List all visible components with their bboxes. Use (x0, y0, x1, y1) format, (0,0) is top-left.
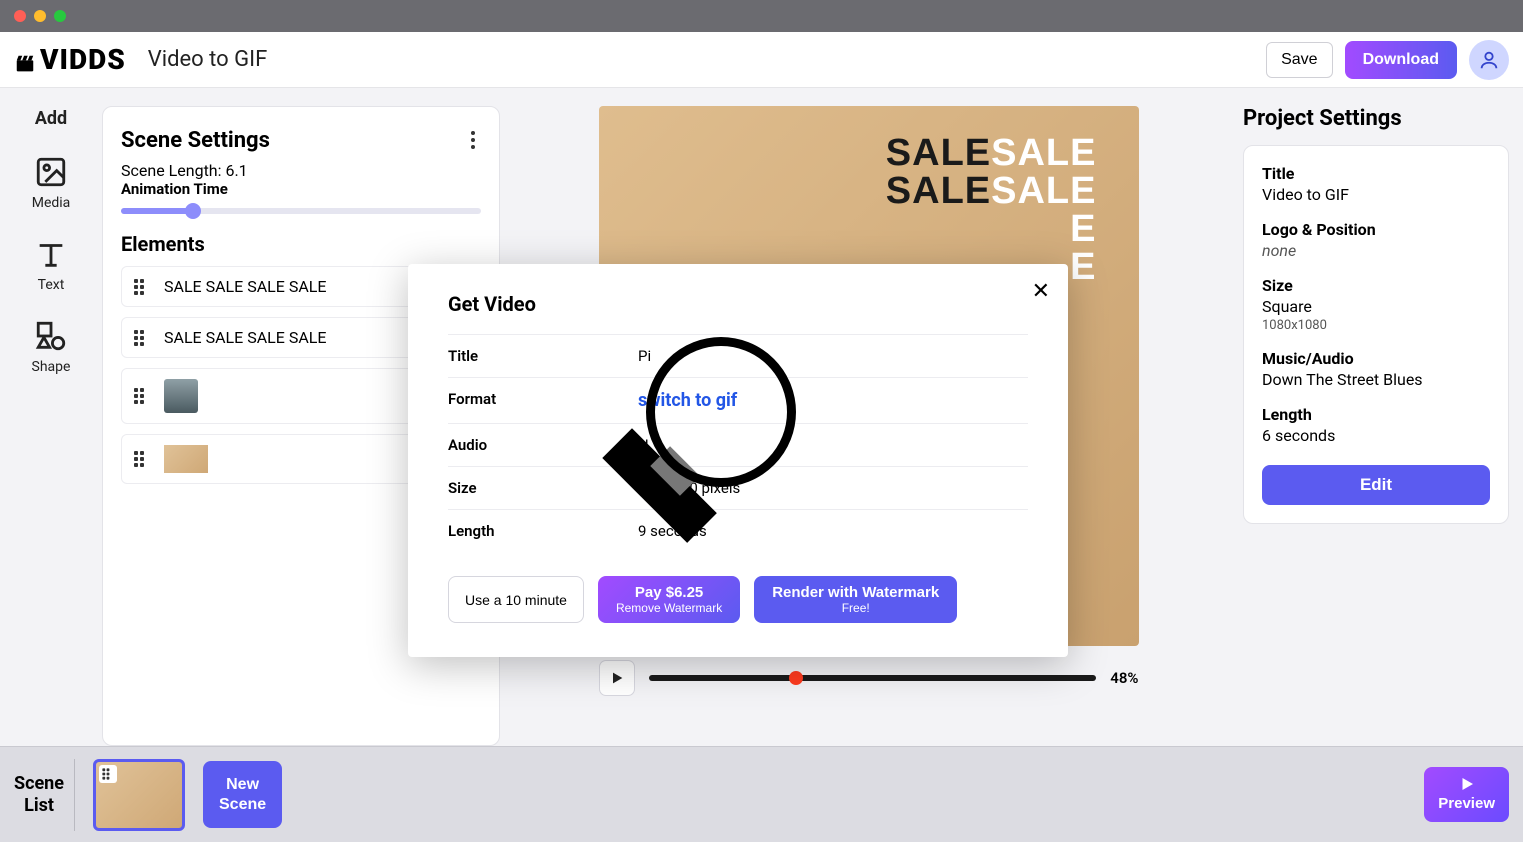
project-settings-title: Project Settings (1243, 106, 1509, 131)
playback-bar: 48% (599, 660, 1139, 696)
play-icon (609, 670, 625, 686)
modal-row-title: Title Pi (448, 334, 1028, 377)
project-music-label: Music/Audio (1262, 349, 1490, 368)
brand-logo[interactable]: VIDDS (14, 43, 126, 76)
modal-row-format: Format switch to gif (448, 377, 1028, 423)
slider-thumb[interactable] (185, 203, 201, 219)
elements-title: Elements (121, 232, 481, 256)
media-tool[interactable]: Media (32, 155, 71, 211)
edit-project-button[interactable]: Edit (1262, 465, 1490, 505)
tool-sidebar: Add Media Text Shape (0, 88, 102, 746)
user-avatar[interactable] (1469, 40, 1509, 80)
text-tool[interactable]: Text (34, 237, 68, 293)
element-thumbnail (164, 379, 198, 413)
project-size-label: Size (1262, 276, 1490, 295)
progress-percent: 48% (1110, 669, 1138, 687)
close-window-button[interactable] (14, 10, 26, 22)
user-icon (1478, 49, 1500, 71)
get-video-modal: ✕ Get Video Title Pi Format switch to gi… (408, 264, 1068, 657)
project-music-value: Down The Street Blues (1262, 370, 1490, 389)
maximize-window-button[interactable] (54, 10, 66, 22)
switch-to-gif-link[interactable]: switch to gif (638, 390, 737, 411)
save-button[interactable]: Save (1266, 42, 1332, 78)
brand-text: VIDDS (40, 43, 126, 76)
render-watermark-button[interactable]: Render with Watermark Free! (754, 576, 957, 623)
scene-settings-title: Scene Settings (121, 128, 270, 153)
scene-list-label: Scene List (14, 759, 75, 831)
modal-row-size: Size 5 500 pixels (448, 466, 1028, 509)
modal-row-length: Length 9 seconds (448, 509, 1028, 552)
project-size-value: Square (1262, 297, 1490, 316)
element-thumbnail (164, 445, 208, 473)
pay-button[interactable]: Pay $6.25 Remove Watermark (598, 576, 740, 623)
text-icon (34, 237, 68, 271)
window-titlebar (0, 0, 1523, 32)
project-title-value: Video to GIF (1262, 185, 1490, 204)
preview-button[interactable]: Preview (1424, 767, 1509, 822)
bottom-bar: Scene List New Scene Preview (0, 746, 1523, 842)
modal-row-audio: Audio N (448, 423, 1028, 466)
clapperboard-icon (14, 49, 36, 71)
animation-time-slider[interactable] (121, 208, 481, 214)
add-tool[interactable]: Add (35, 108, 67, 129)
progress-track[interactable] (649, 675, 1097, 681)
modal-close-button[interactable]: ✕ (1032, 278, 1050, 304)
minimize-window-button[interactable] (34, 10, 46, 22)
trial-button[interactable]: Use a 10 minute (448, 576, 584, 623)
project-size-sub: 1080x1080 (1262, 318, 1490, 333)
new-scene-button[interactable]: New Scene (203, 761, 282, 827)
scene-settings-menu-button[interactable] (465, 125, 481, 155)
project-settings-panel: Project Settings Title Video to GIF Logo… (1237, 88, 1523, 746)
page-title: Video to GIF (148, 47, 268, 72)
modal-title: Get Video (448, 292, 1028, 316)
drag-handle-icon[interactable] (134, 330, 150, 346)
app-header: VIDDS Video to GIF Save Download (0, 32, 1523, 88)
play-button[interactable] (599, 660, 635, 696)
animation-time-label: Animation Time (121, 180, 481, 198)
drag-handle-icon[interactable] (134, 279, 150, 295)
project-title-label: Title (1262, 164, 1490, 183)
drag-handle-icon[interactable] (134, 388, 150, 404)
scene-thumbnail[interactable] (93, 759, 185, 831)
download-button[interactable]: Download (1345, 41, 1457, 79)
project-length-value: 6 seconds (1262, 426, 1490, 445)
image-icon (34, 155, 68, 189)
project-logo-value: none (1262, 241, 1490, 260)
scene-length-label: Scene Length: 6.1 (121, 161, 481, 180)
project-length-label: Length (1262, 405, 1490, 424)
project-logo-label: Logo & Position (1262, 220, 1490, 239)
element-label: SALE SALE SALE SALE (164, 277, 327, 296)
progress-thumb[interactable] (789, 671, 803, 685)
element-label: SALE SALE SALE SALE (164, 328, 327, 347)
play-icon (1458, 775, 1476, 793)
drag-handle-icon[interactable] (134, 451, 150, 467)
shapes-icon (34, 319, 68, 353)
drag-handle-icon[interactable] (99, 765, 117, 783)
shape-tool[interactable]: Shape (32, 319, 71, 375)
